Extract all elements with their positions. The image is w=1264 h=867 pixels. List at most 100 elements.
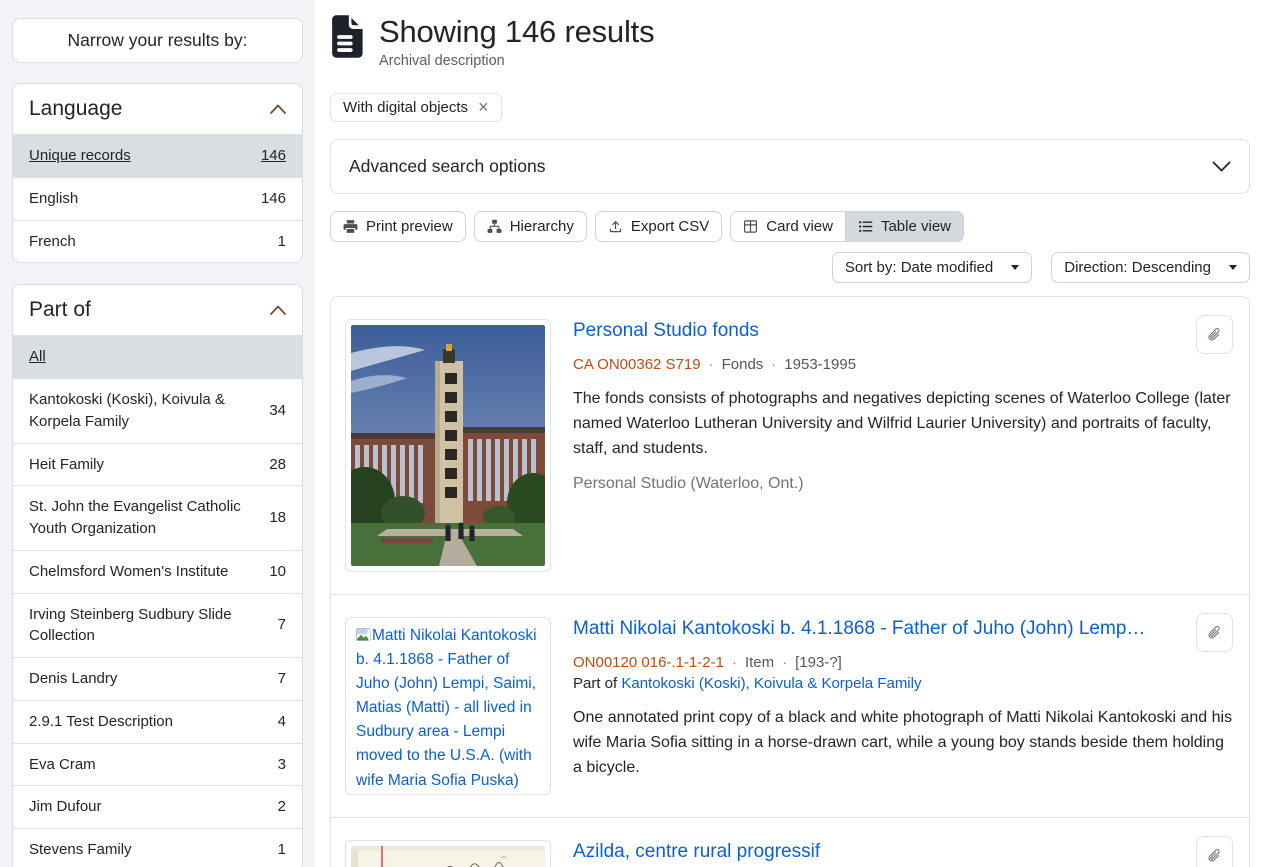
sort-direction-value: Direction: Descending <box>1064 259 1211 276</box>
part-of-label: Part of <box>573 675 617 692</box>
sort-by-value: Sort by: Date modified <box>845 259 993 276</box>
facet-option-french[interactable]: French 1 <box>13 220 302 263</box>
page-header: Showing 146 results Archival description <box>330 14 1250 69</box>
facet-option-chelmsford[interactable]: Chelmsford Women's Institute 10 <box>13 550 302 593</box>
caret-down-icon <box>1229 265 1237 270</box>
advanced-search-toggle[interactable]: Advanced search options <box>330 139 1250 194</box>
facet-option-count: 1 <box>278 231 286 253</box>
facet-option-count: 146 <box>261 188 286 210</box>
facet-option-st-john[interactable]: St. John the Evangelist Catholic Youth O… <box>13 485 302 550</box>
thumbnail-alt-text: Matti Nikolai Kantokoski b. 4.1.1868 - F… <box>356 627 537 789</box>
facet-option-count: 28 <box>269 454 286 476</box>
facet-title: Language <box>29 97 122 121</box>
result-body: Matti Nikolai Kantokoski b. 4.1.1868 - F… <box>573 617 1235 795</box>
result-description: The fonds consists of photographs and ne… <box>573 387 1235 461</box>
facet-language-toggle[interactable]: Language <box>13 84 302 134</box>
facet-option-eva-cram[interactable]: Eva Cram 3 <box>13 743 302 786</box>
result-thumbnail[interactable] <box>345 840 551 867</box>
result-item-azilda: Azilda, centre rural progressif CA ON00…… <box>331 818 1249 867</box>
level-of-description: Fonds <box>722 356 764 373</box>
facet-option-kantokoski[interactable]: Kantokoski (Koski), Koivula & Korpela Fa… <box>13 378 302 443</box>
result-body: Azilda, centre rural progressif CA ON00…… <box>573 840 1235 867</box>
paperclip-button[interactable] <box>1196 315 1233 354</box>
result-title: Azilda, centre rural progressif <box>573 840 1183 865</box>
chevron-up-icon <box>270 305 286 315</box>
sort-controls: Sort by: Date modified Direction: Descen… <box>330 252 1250 283</box>
chevron-down-icon <box>1212 161 1231 172</box>
export-csv-label: Export CSV <box>631 218 709 235</box>
result-title-link[interactable]: Azilda, centre rural progressif <box>573 841 820 862</box>
facet-option-count: 10 <box>269 561 286 583</box>
facet-option-heit-family[interactable]: Heit Family 28 <box>13 443 302 486</box>
page-header-text: Showing 146 results Archival description <box>379 14 654 69</box>
result-title-link[interactable]: Personal Studio fonds <box>573 320 759 341</box>
result-thumbnail[interactable] <box>345 319 551 572</box>
part-of-link[interactable]: Kantokoski (Koski), Koivula & Korpela Fa… <box>621 675 921 692</box>
facet-option-label: Unique records <box>29 145 131 167</box>
facet-option-count: 7 <box>278 668 286 690</box>
facet-option-all[interactable]: All <box>13 335 302 378</box>
facet-option-count: 18 <box>269 507 286 529</box>
separator: · <box>732 654 737 671</box>
advanced-search-label: Advanced search options <box>349 156 546 177</box>
facet-option-irving-steinberg[interactable]: Irving Steinberg Sudbury Slide Collectio… <box>13 593 302 658</box>
printer-icon <box>343 219 358 234</box>
card-view-button[interactable]: Card view <box>730 211 846 242</box>
facet-part-of-options: All Kantokoski (Koski), Koivula & Korpel… <box>13 335 302 867</box>
facet-option-label: 2.9.1 Test Description <box>29 711 173 733</box>
paperclip-button[interactable] <box>1196 836 1233 867</box>
reference-code: ON00120 016-.1-1-2-1 <box>573 654 724 671</box>
results-main: Showing 146 results Archival description… <box>315 0 1264 867</box>
file-text-icon <box>330 15 364 58</box>
facet-option-label: French <box>29 231 76 253</box>
facet-part-of: Part of All Kantokoski (Koski), Koivula … <box>12 284 303 867</box>
result-meta: ON00120 016-.1-1-2-1 · Item · [193-?] <box>573 654 1235 671</box>
narrow-results-label: Narrow your results by: <box>68 30 248 50</box>
facet-language-options: Unique records 146 English 146 French 1 <box>13 134 302 262</box>
hierarchy-label: Hierarchy <box>510 218 574 235</box>
result-title-link[interactable]: Matti Nikolai Kantokoski b. 4.1.1868 - F… <box>573 618 1145 639</box>
sort-direction-dropdown[interactable]: Direction: Descending <box>1051 252 1250 283</box>
print-preview-button[interactable]: Print preview <box>330 211 466 242</box>
narrow-results-header: Narrow your results by: <box>12 18 303 63</box>
facet-option-count: 34 <box>269 400 286 422</box>
view-switcher: Card view Table view <box>730 211 964 242</box>
facet-option-english[interactable]: English 146 <box>13 177 302 220</box>
level-of-description: Item <box>745 654 774 671</box>
result-creator: Personal Studio (Waterloo, Ont.) <box>573 475 1235 493</box>
facet-option-label: Chelmsford Women's Institute <box>29 561 228 583</box>
separator: · <box>709 356 714 373</box>
facet-title: Part of <box>29 298 91 322</box>
page-title: Showing 146 results <box>379 14 654 51</box>
caret-down-icon <box>1011 265 1019 270</box>
export-csv-button[interactable]: Export CSV <box>595 211 722 242</box>
facet-option-unique-records[interactable]: Unique records 146 <box>13 134 302 177</box>
result-description: One annotated print copy of a black and … <box>573 706 1235 780</box>
results-toolbar: Print preview Hierarchy Export CSV <box>330 211 1250 242</box>
facet-option-label: All <box>29 346 46 368</box>
facet-option-stevens-family[interactable]: Stevens Family 1 <box>13 828 302 867</box>
results-list: Personal Studio fonds CA ON00362 S719 · … <box>330 296 1250 867</box>
facet-option-label: English <box>29 188 78 210</box>
facet-option-label: Eva Cram <box>29 754 96 776</box>
card-view-label: Card view <box>766 218 833 235</box>
facet-option-count: 4 <box>278 711 286 733</box>
grid-icon <box>743 219 758 234</box>
table-view-button[interactable]: Table view <box>845 211 964 242</box>
result-title: Matti Nikolai Kantokoski b. 4.1.1868 - F… <box>573 617 1183 642</box>
page-subtitle: Archival description <box>379 53 654 69</box>
hierarchy-button[interactable]: Hierarchy <box>474 211 587 242</box>
facet-option-jim-dufour[interactable]: Jim Dufour 2 <box>13 785 302 828</box>
facet-option-denis-landry[interactable]: Denis Landry 7 <box>13 657 302 700</box>
result-body: Personal Studio fonds CA ON00362 S719 · … <box>573 319 1235 572</box>
result-date: 1953-1995 <box>784 356 856 373</box>
facet-part-of-toggle[interactable]: Part of <box>13 285 302 335</box>
facet-option-label: Irving Steinberg Sudbury Slide Collectio… <box>29 604 257 648</box>
remove-filter-icon[interactable]: × <box>478 98 489 116</box>
table-view-label: Table view <box>881 218 951 235</box>
sort-by-dropdown[interactable]: Sort by: Date modified <box>832 252 1032 283</box>
result-thumbnail-missing[interactable]: Matti Nikolai Kantokoski b. 4.1.1868 - F… <box>345 617 551 795</box>
paperclip-button[interactable] <box>1196 613 1233 652</box>
facet-option-test-description[interactable]: 2.9.1 Test Description 4 <box>13 700 302 743</box>
active-filters: With digital objects × <box>330 93 1250 122</box>
